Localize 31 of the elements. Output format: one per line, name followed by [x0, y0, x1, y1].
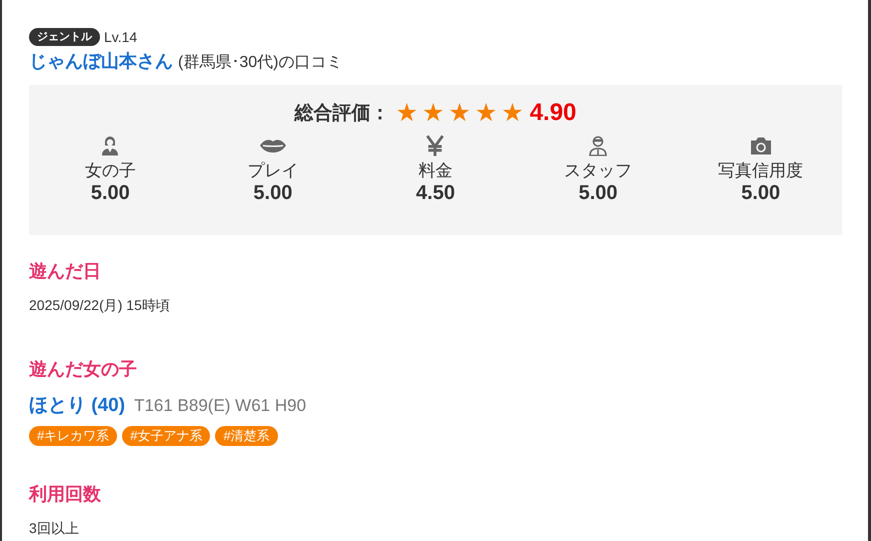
rating-score: 5.00: [578, 182, 618, 205]
rating-label: 女の子: [84, 160, 136, 182]
overall-label: 総合評価：: [294, 102, 390, 126]
level-text: Lv.14: [104, 29, 138, 45]
rating-label: スタッフ: [564, 160, 632, 182]
star-rating: ★ ★ ★ ★ ★: [396, 100, 524, 126]
rating-label: 写真信用度: [718, 160, 804, 182]
overall-score: 4.90: [530, 99, 576, 127]
yen-icon: [425, 135, 446, 156]
rating-score: 4.50: [416, 182, 455, 205]
tag-chip[interactable]: #女子アナ系: [122, 426, 210, 446]
rating-score: 5.00: [90, 182, 130, 205]
reviewer-name-link[interactable]: じゃんぼ山本さん: [29, 49, 173, 73]
usage-count: 3回以上: [29, 520, 80, 538]
camera-icon: [748, 135, 773, 156]
tag-chip[interactable]: #清楚系: [215, 426, 278, 446]
visit-date: 2025/09/22(月) 15時頃: [29, 297, 171, 315]
measurements-text: T161 B89(E) W61 H90: [134, 396, 306, 416]
rating-label: 料金: [418, 160, 452, 182]
section-heading: 利用回数: [29, 483, 102, 506]
rating-label: プレイ: [247, 160, 298, 182]
rating-score: 5.00: [253, 182, 292, 205]
section-heading: 遊んだ日: [29, 260, 102, 283]
section-heading: 遊んだ女の子: [29, 358, 138, 381]
woman-icon: [101, 135, 120, 156]
tag-chip[interactable]: #キレカワ系: [29, 426, 118, 446]
staff-icon: [589, 135, 608, 156]
girl-name-link[interactable]: ほとり (40): [29, 392, 126, 418]
review-title: (群馬県･30代)の口コミ: [178, 53, 342, 73]
rank-badge: ジェントル: [29, 28, 100, 46]
rating-score: 5.00: [741, 182, 780, 205]
